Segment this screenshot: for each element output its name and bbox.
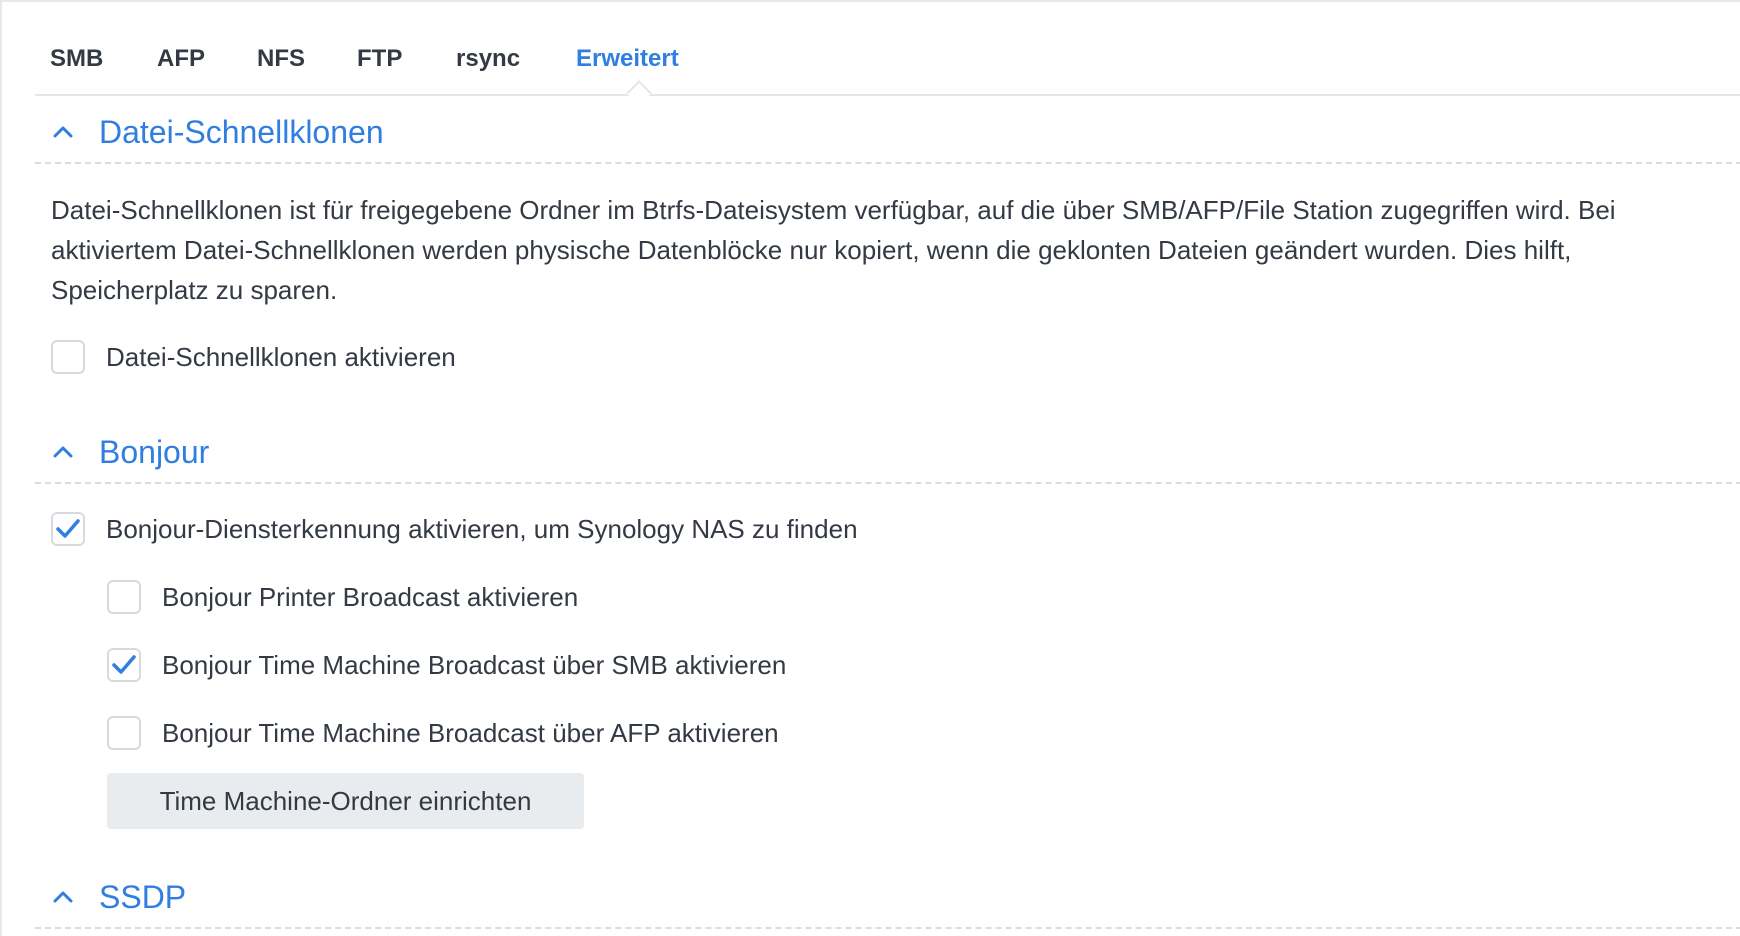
- tab-ftp[interactable]: FTP: [357, 42, 402, 76]
- bonjour-printer-checkbox[interactable]: [107, 580, 141, 614]
- file-clone-checkbox-label: Datei-Schnellklonen aktivieren: [106, 342, 456, 372]
- bonjour-discovery-checkbox[interactable]: [51, 512, 85, 546]
- section-title-ssdp: SSDP: [99, 879, 187, 915]
- checkmark-icon: [56, 519, 80, 538]
- time-machine-setup-button[interactable]: Time Machine-Ordner einrichten: [107, 773, 584, 829]
- tm-afp-label: Bonjour Time Machine Broadcast über AFP …: [162, 718, 779, 748]
- checkmark-icon: [112, 655, 136, 674]
- chevron-up-icon: [53, 446, 73, 458]
- section-title-file-clone: Datei-Schnellklonen: [99, 114, 384, 150]
- tab-nfs[interactable]: NFS: [257, 42, 305, 76]
- chevron-up-icon: [53, 891, 73, 903]
- section-header-bonjour[interactable]: Bonjour: [35, 422, 1740, 484]
- chevron-up-icon: [53, 126, 73, 138]
- settings-panel: SMB AFP NFS FTP rsync Erweitert Datei-Sc…: [0, 0, 1740, 936]
- tm-afp-checkbox[interactable]: [107, 716, 141, 750]
- section-header-file-clone[interactable]: Datei-Schnellklonen: [35, 102, 1740, 164]
- section-title-bonjour: Bonjour: [99, 434, 210, 470]
- tab-advanced[interactable]: Erweitert: [576, 42, 679, 76]
- file-clone-description: Datei-Schnellklonen ist für freigegebene…: [51, 195, 1616, 305]
- tab-bar: SMB AFP NFS FTP rsync Erweitert: [35, 2, 1740, 106]
- tm-smb-checkbox[interactable]: [107, 648, 141, 682]
- section-header-ssdp[interactable]: SSDP: [35, 867, 1740, 929]
- file-clone-checkbox[interactable]: [51, 340, 85, 374]
- tab-rsync[interactable]: rsync: [456, 42, 520, 76]
- bonjour-discovery-label: Bonjour-Diensterkennung aktivieren, um S…: [106, 514, 858, 544]
- tab-afp[interactable]: AFP: [157, 42, 205, 76]
- bonjour-printer-label: Bonjour Printer Broadcast aktivieren: [162, 582, 579, 612]
- tab-smb[interactable]: SMB: [50, 42, 103, 76]
- tm-smb-label: Bonjour Time Machine Broadcast über SMB …: [162, 650, 787, 680]
